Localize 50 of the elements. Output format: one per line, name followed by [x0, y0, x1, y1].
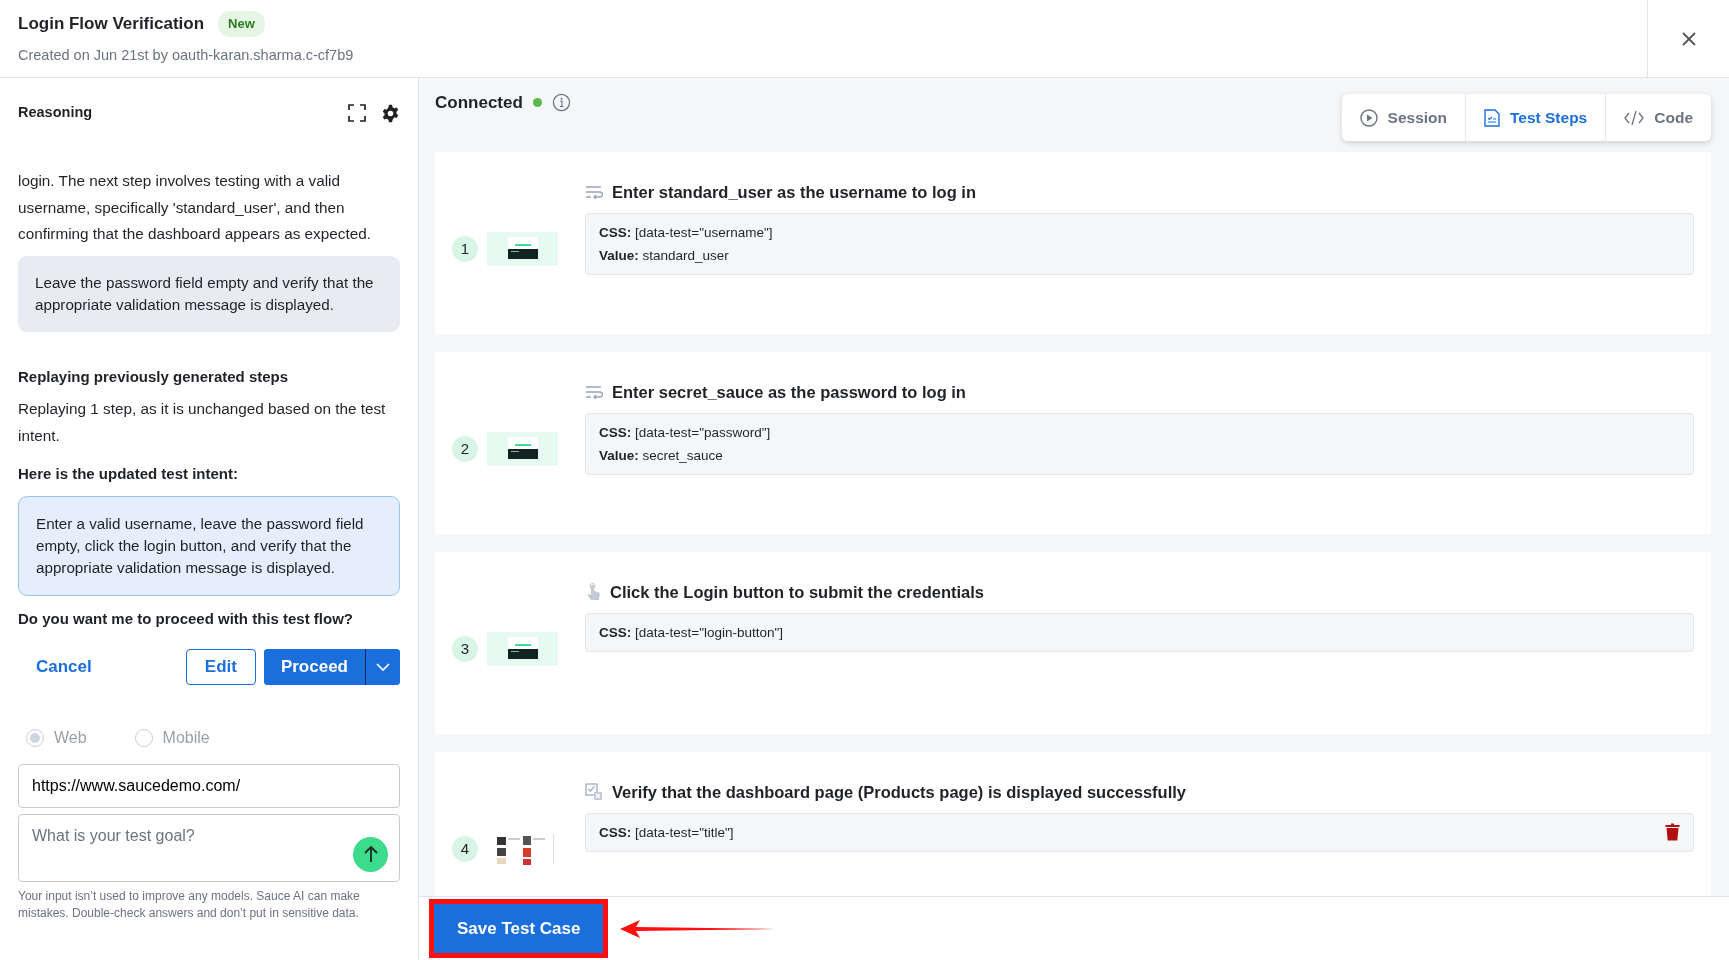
status-badge: New: [218, 11, 265, 37]
tab[interactable]: Test Steps: [1466, 94, 1607, 142]
detail-line: CSS: [data-test="password"]: [599, 423, 772, 442]
connection-status: Connected: [435, 92, 523, 114]
tab[interactable]: Session: [1341, 94, 1466, 142]
detail-line: CSS: [data-test="login-button"]: [599, 623, 785, 642]
tab[interactable]: Code: [1606, 94, 1711, 142]
trash-icon[interactable]: [1665, 823, 1680, 842]
info-icon[interactable]: [551, 93, 571, 113]
section-heading: Replaying previously generated steps: [18, 366, 290, 387]
expand-icon[interactable]: [347, 103, 367, 123]
edit-button[interactable]: Edit: [185, 649, 256, 685]
detail-line: Value: secret_sauce: [599, 446, 724, 465]
panel-title: Reasoning: [18, 103, 94, 123]
cancel-button[interactable]: Cancel: [18, 648, 110, 686]
step-number: 2: [452, 436, 478, 462]
lines-icon: [585, 185, 603, 200]
close-icon[interactable]: [1680, 30, 1697, 47]
detail-line: CSS: [data-test="username"]: [599, 223, 774, 242]
url-field[interactable]: https://www.saucedemo.com/: [18, 763, 400, 808]
dropdown-button[interactable]: [365, 649, 400, 685]
checklist-icon: [1484, 108, 1500, 127]
pointer-hand-icon: [585, 583, 601, 602]
detail-line: CSS: [data-test="title"]: [599, 823, 735, 842]
save-test-case-button[interactable]: Save Test Case: [434, 903, 604, 954]
replay-text: Replaying 1 step, as it is unchanged based on the test intent.: [18, 399, 387, 446]
step-title: Verify that the dashboard page (Products page) is displayed successfully: [612, 782, 1186, 803]
dialog-title: Login Flow Verification: [18, 13, 205, 35]
created-info: Created on Jun 21st by oauth-karan.sharma.c-cf7b9: [18, 45, 355, 65]
lines-icon: [585, 385, 603, 400]
chevron-down-icon: [376, 663, 390, 673]
reasoning-note: Leave the password field empty and verify that the appropriate validation message is displayed.: [18, 255, 400, 332]
goal-field[interactable]: What is your test goal?: [18, 813, 400, 882]
question-text: Do you want me to proceed with this test flow?: [18, 608, 355, 629]
step-number: 4: [452, 836, 478, 862]
reasoning-text: login. The next step involves testing with a valid username, specifically 'standard_user', and then confirming that the dashboard appears as expected.: [18, 171, 372, 244]
code-icon: [1624, 109, 1645, 126]
section-heading: Here is the updated test intent:: [18, 464, 240, 484]
step-number: 3: [452, 636, 478, 662]
settings-icon[interactable]: [381, 103, 400, 123]
arrow-up-icon: [362, 845, 379, 863]
step-title: Enter standard_user as the username to log in: [612, 182, 976, 203]
test-intent: Enter a valid username, leave the password field empty, click the login button, and verify that the appropriate validation message is displayed.: [18, 495, 400, 596]
step-title: Enter secret_sauce as the password to log in: [612, 382, 966, 403]
step-title: Click the Login button to submit the credentials: [610, 582, 984, 603]
disclaimer-text: Your input isn’t used to improve any models. Sauce AI can make mistakes. Double-check answers and don’t put in sensitive data.: [18, 887, 361, 922]
play-icon: [1359, 108, 1378, 127]
step-number: 1: [452, 236, 478, 262]
detail-line: Value: standard_user: [599, 246, 730, 265]
checkbox-icon: [585, 783, 603, 802]
